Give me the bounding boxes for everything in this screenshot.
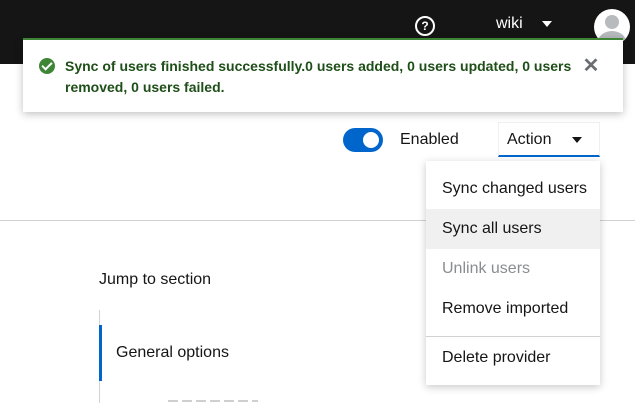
enabled-label: Enabled [400, 131, 459, 148]
close-icon[interactable]: ✕ [582, 54, 600, 78]
app-root: ? wiki Jump to section General options E… [0, 0, 635, 403]
jump-nav-active-indicator [99, 325, 102, 381]
check-circle-icon [39, 58, 55, 74]
realm-selector[interactable]: wiki [496, 15, 552, 33]
success-alert: Sync of users finished successfully.0 us… [23, 38, 623, 112]
next-section-label-partial [168, 396, 268, 403]
menu-item-sync-changed-users[interactable]: Sync changed users [426, 169, 600, 209]
action-menu: Sync changed users Sync all users Unlink… [426, 161, 600, 385]
jump-item-general-options[interactable]: General options [116, 344, 229, 362]
action-label: Action [507, 131, 552, 148]
realm-name: wiki [496, 15, 523, 32]
chevron-down-icon [542, 21, 552, 27]
menu-item-remove-imported[interactable]: Remove imported [426, 289, 600, 329]
toggle-knob [363, 132, 379, 148]
jump-to-section-title: Jump to section [99, 271, 212, 288]
action-dropdown-button[interactable]: Action [498, 122, 600, 157]
help-icon[interactable]: ? [415, 16, 435, 36]
menu-item-unlink-users: Unlink users [442, 260, 531, 277]
menu-item-delete-provider[interactable]: Delete provider [426, 338, 600, 378]
chevron-down-icon [572, 137, 582, 143]
menu-separator [426, 336, 600, 337]
avatar-head [605, 15, 619, 29]
menu-item-sync-all-users[interactable]: Sync all users [426, 209, 600, 249]
alert-message: Sync of users finished successfully.0 us… [65, 58, 572, 95]
enabled-toggle[interactable] [343, 128, 383, 152]
